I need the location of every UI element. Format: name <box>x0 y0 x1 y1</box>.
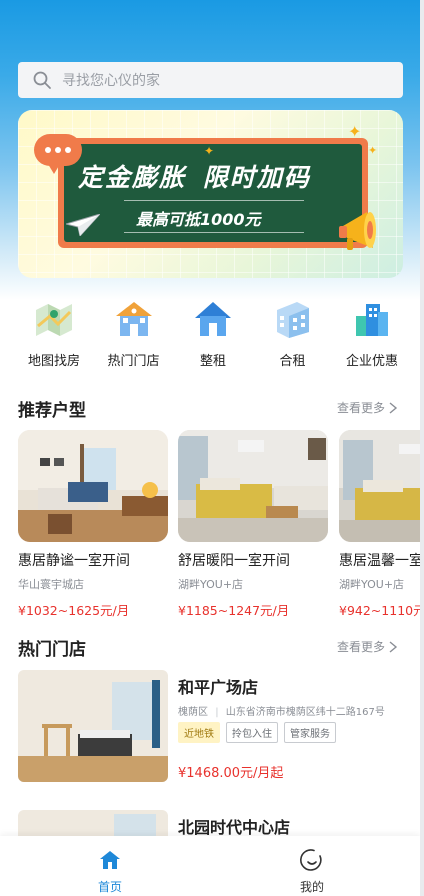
room-name: 惠居静谧一室开间 <box>18 553 130 569</box>
category-map-search[interactable]: 地图找房 <box>18 296 90 376</box>
megaphone-icon <box>339 212 376 250</box>
section-title-recommend: 推荐户型 <box>18 401 86 421</box>
room-name: 舒居暖阳一室开间 <box>178 553 290 569</box>
category-shared-rent[interactable]: 合租 <box>257 296 329 376</box>
tab-mine[interactable]: 我的 <box>272 848 352 895</box>
search-placeholder: 寻找您心仪的家 <box>62 73 160 89</box>
tab-mine-label: 我的 <box>299 880 324 894</box>
sparkle-icon: ✦ <box>348 122 362 141</box>
store-tags: 近地铁 拎包入住 管家服务 <box>178 722 336 743</box>
store-icon <box>115 302 152 336</box>
store-name: 和平广场店 <box>178 678 259 697</box>
sparkle-icon: ✦ <box>204 144 215 158</box>
room-photo <box>339 430 420 542</box>
room-price: ¥1185~1247元/月 <box>178 603 290 618</box>
chevron-right-icon <box>389 401 398 414</box>
scrollbar-track <box>420 0 424 896</box>
room-price: ¥1032~1625元/月 <box>18 603 130 618</box>
chat-bubble-icon <box>34 134 82 174</box>
sparkle-icon: ✦ <box>368 144 378 157</box>
app-page: 寻找您心仪的家 定金膨胀 限时加码 最高可抵1000元 ✦ ✦ ✦ 地图找房 热… <box>0 0 420 896</box>
building-icon <box>276 302 309 338</box>
store-tag: 管家服务 <box>284 722 336 743</box>
banner-subtitle: 最高可抵1000元 <box>136 210 261 229</box>
store-tag: 拎包入住 <box>226 722 278 743</box>
room-name: 惠居温馨一室开间 <box>339 553 420 569</box>
chevron-right-icon <box>389 640 398 653</box>
bottom-tab-bar: 首页 我的 <box>0 836 420 896</box>
banner-title: 定金膨胀 限时加码 <box>78 163 311 192</box>
tab-home[interactable]: 首页 <box>70 848 150 895</box>
store-price: ¥1468.00元/月起 <box>178 766 284 781</box>
room-store: 湖畔YOU+店 <box>178 578 244 591</box>
store-photo <box>18 670 168 782</box>
promo-banner[interactable]: 定金膨胀 限时加码 最高可抵1000元 ✦ ✦ ✦ <box>18 110 403 278</box>
hot-more-link[interactable]: 查看更多 <box>337 638 398 655</box>
category-hot-stores[interactable]: 热门门店 <box>98 296 170 376</box>
recommend-card[interactable]: 惠居静谧一室开间 华山寰宇城店 ¥1032~1625元/月 <box>18 430 168 619</box>
room-store: 华山寰宇城店 <box>18 578 84 591</box>
store-address: 槐荫区 | 山东省济南市槐荫区纬十二路167号 <box>178 707 385 718</box>
recommend-card[interactable]: 惠居温馨一室开间 湖畔YOU+店 ¥942~1110元/月 <box>339 430 420 619</box>
office-icon <box>356 304 388 336</box>
room-photo <box>178 430 328 542</box>
room-photo <box>18 430 168 542</box>
recommend-more-link[interactable]: 查看更多 <box>337 399 398 416</box>
recommend-card[interactable]: 舒居暖阳一室开间 湖畔YOU+店 ¥1185~1247元/月 <box>178 430 328 619</box>
room-store: 湖畔YOU+店 <box>339 578 405 591</box>
home-icon <box>100 851 120 869</box>
tab-home-label: 首页 <box>97 880 122 894</box>
search-icon <box>33 71 51 89</box>
smile-icon <box>300 849 322 871</box>
store-tag: 近地铁 <box>178 722 220 743</box>
recommend-list: 惠居静谧一室开间 华山寰宇城店 ¥1032~1625元/月 舒居暖阳一室开间 湖… <box>18 430 420 620</box>
category-corporate-offers[interactable]: 企业优惠 <box>336 296 408 376</box>
store-name: 北园时代中心店 <box>178 818 291 837</box>
house-icon <box>195 302 231 336</box>
category-whole-rent[interactable]: 整租 <box>177 296 249 376</box>
category-nav: 地图找房 热门门店 整租 合租 企业优惠 <box>18 296 408 376</box>
paper-plane-icon <box>66 214 100 236</box>
store-card[interactable]: 和平广场店 槐荫区 | 山东省济南市槐荫区纬十二路167号 近地铁 拎包入住 管… <box>18 670 403 790</box>
map-icon <box>36 304 72 336</box>
search-bar[interactable]: 寻找您心仪的家 <box>18 62 403 98</box>
room-price: ¥942~1110元/月 <box>339 603 420 618</box>
section-title-hot: 热门门店 <box>18 640 86 660</box>
